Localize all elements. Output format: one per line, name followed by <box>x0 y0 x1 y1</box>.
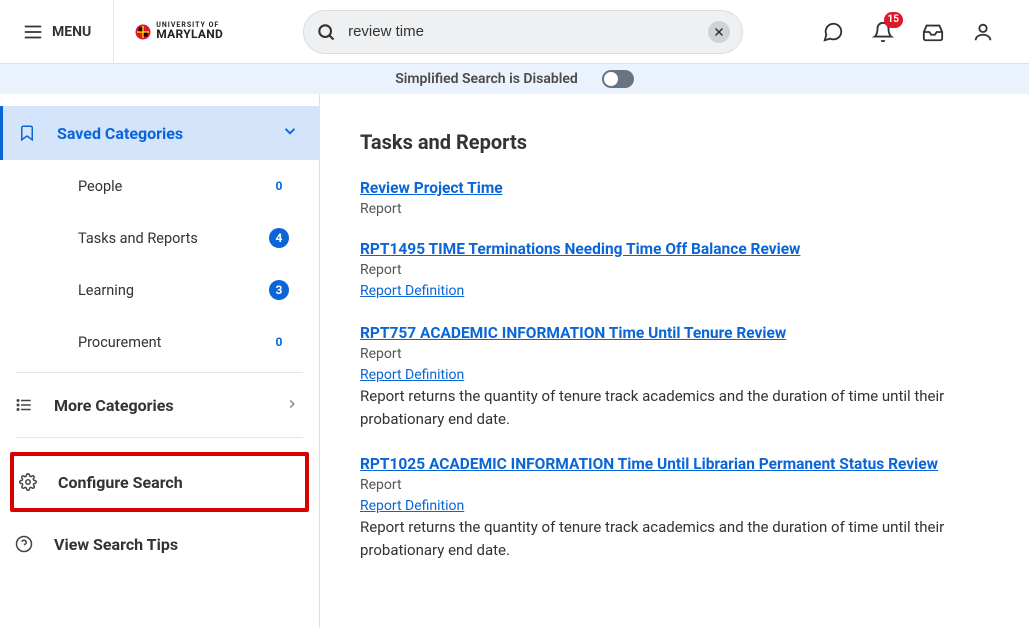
search-input[interactable] <box>348 23 708 40</box>
search-box[interactable] <box>303 10 743 54</box>
search-result: RPT757 ACADEMIC INFORMATION Time Until T… <box>360 323 999 432</box>
result-definition-link[interactable]: Report Definition <box>360 498 464 514</box>
search-container <box>303 10 743 54</box>
banner-text: Simplified Search is Disabled <box>395 71 578 87</box>
result-title-link[interactable]: RPT1025 ACADEMIC INFORMATION Time Until … <box>360 455 938 473</box>
search-clear-button[interactable] <box>708 21 730 43</box>
result-type: Report <box>360 477 999 493</box>
more-categories[interactable]: More Categories <box>0 377 319 433</box>
inbox-icon <box>922 21 944 43</box>
notifications-badge: 15 <box>884 12 903 28</box>
sidebar-item-label: Procurement <box>78 334 269 351</box>
person-icon <box>972 21 994 43</box>
sidebar-item-label: Learning <box>78 282 269 299</box>
notifications-button[interactable]: 15 <box>861 10 905 54</box>
sidebar-item-procurement[interactable]: Procurement0 <box>0 316 319 368</box>
search-result: RPT1025 ACADEMIC INFORMATION Time Until … <box>360 454 999 563</box>
menu-button[interactable]: MENU <box>0 0 114 64</box>
simplified-search-toggle[interactable] <box>602 70 634 88</box>
search-results: Tasks and Reports Review Project Time Rep… <box>320 94 1029 628</box>
result-description: Report returns the quantity of tenure tr… <box>360 385 999 432</box>
sidebar-item-tasks-and-reports[interactable]: Tasks and Reports4 <box>0 212 319 264</box>
result-type: Report <box>360 262 999 278</box>
list-icon <box>15 396 33 414</box>
chevron-down-icon <box>281 122 299 140</box>
topbar: MENU UNIVERSITY OF MARYLAND 15 <box>0 0 1029 64</box>
sidebar-item-count: 3 <box>269 280 289 300</box>
result-definition-link[interactable]: Report Definition <box>360 367 464 383</box>
search-icon <box>316 22 336 42</box>
chat-button[interactable] <box>811 10 855 54</box>
profile-button[interactable] <box>961 10 1005 54</box>
sidebar-item-count: 0 <box>269 176 289 196</box>
search-result: Review Project Time Report <box>360 178 999 217</box>
sidebar-item-count: 4 <box>269 228 289 248</box>
inbox-button[interactable] <box>911 10 955 54</box>
simplified-search-banner: Simplified Search is Disabled <box>0 64 1029 94</box>
menu-label: MENU <box>52 24 91 40</box>
logo[interactable]: UNIVERSITY OF MARYLAND <box>114 22 243 40</box>
view-search-tips-label: View Search Tips <box>54 535 299 554</box>
logo-text-bottom: MARYLAND <box>156 29 223 40</box>
bookmark-icon <box>18 124 36 142</box>
divider <box>16 372 303 373</box>
help-icon <box>15 535 33 553</box>
divider <box>16 437 303 438</box>
chat-icon <box>822 21 844 43</box>
configure-search[interactable]: Configure Search <box>14 456 305 508</box>
sidebar-item-label: Tasks and Reports <box>78 230 269 247</box>
main-area: Saved Categories People0Tasks and Report… <box>0 94 1029 628</box>
saved-categories-header[interactable]: Saved Categories <box>0 106 319 160</box>
result-type: Report <box>360 346 999 362</box>
configure-search-highlight: Configure Search <box>10 452 309 512</box>
result-description: Report returns the quantity of tenure tr… <box>360 516 999 563</box>
sidebar-item-learning[interactable]: Learning3 <box>0 264 319 316</box>
close-icon <box>713 26 725 38</box>
result-definition-link[interactable]: Report Definition <box>360 283 464 299</box>
more-categories-label: More Categories <box>54 396 285 415</box>
sidebar-item-label: People <box>78 178 269 195</box>
sidebar-item-people[interactable]: People0 <box>0 160 319 212</box>
result-title-link[interactable]: RPT1495 TIME Terminations Needing Time O… <box>360 240 800 258</box>
sidebar: Saved Categories People0Tasks and Report… <box>0 94 320 628</box>
search-result: RPT1495 TIME Terminations Needing Time O… <box>360 239 999 301</box>
sidebar-item-count: 0 <box>269 332 289 352</box>
result-type: Report <box>360 201 999 217</box>
configure-search-label: Configure Search <box>58 473 285 492</box>
chevron-right-icon <box>285 397 299 411</box>
view-search-tips[interactable]: View Search Tips <box>0 516 319 572</box>
gear-icon <box>19 473 37 491</box>
result-title-link[interactable]: Review Project Time <box>360 179 503 197</box>
maryland-seal-icon <box>134 23 152 41</box>
result-title-link[interactable]: RPT757 ACADEMIC INFORMATION Time Until T… <box>360 324 786 342</box>
hamburger-icon <box>22 21 44 43</box>
results-section-title: Tasks and Reports <box>360 130 999 154</box>
saved-categories-label: Saved Categories <box>57 124 281 143</box>
